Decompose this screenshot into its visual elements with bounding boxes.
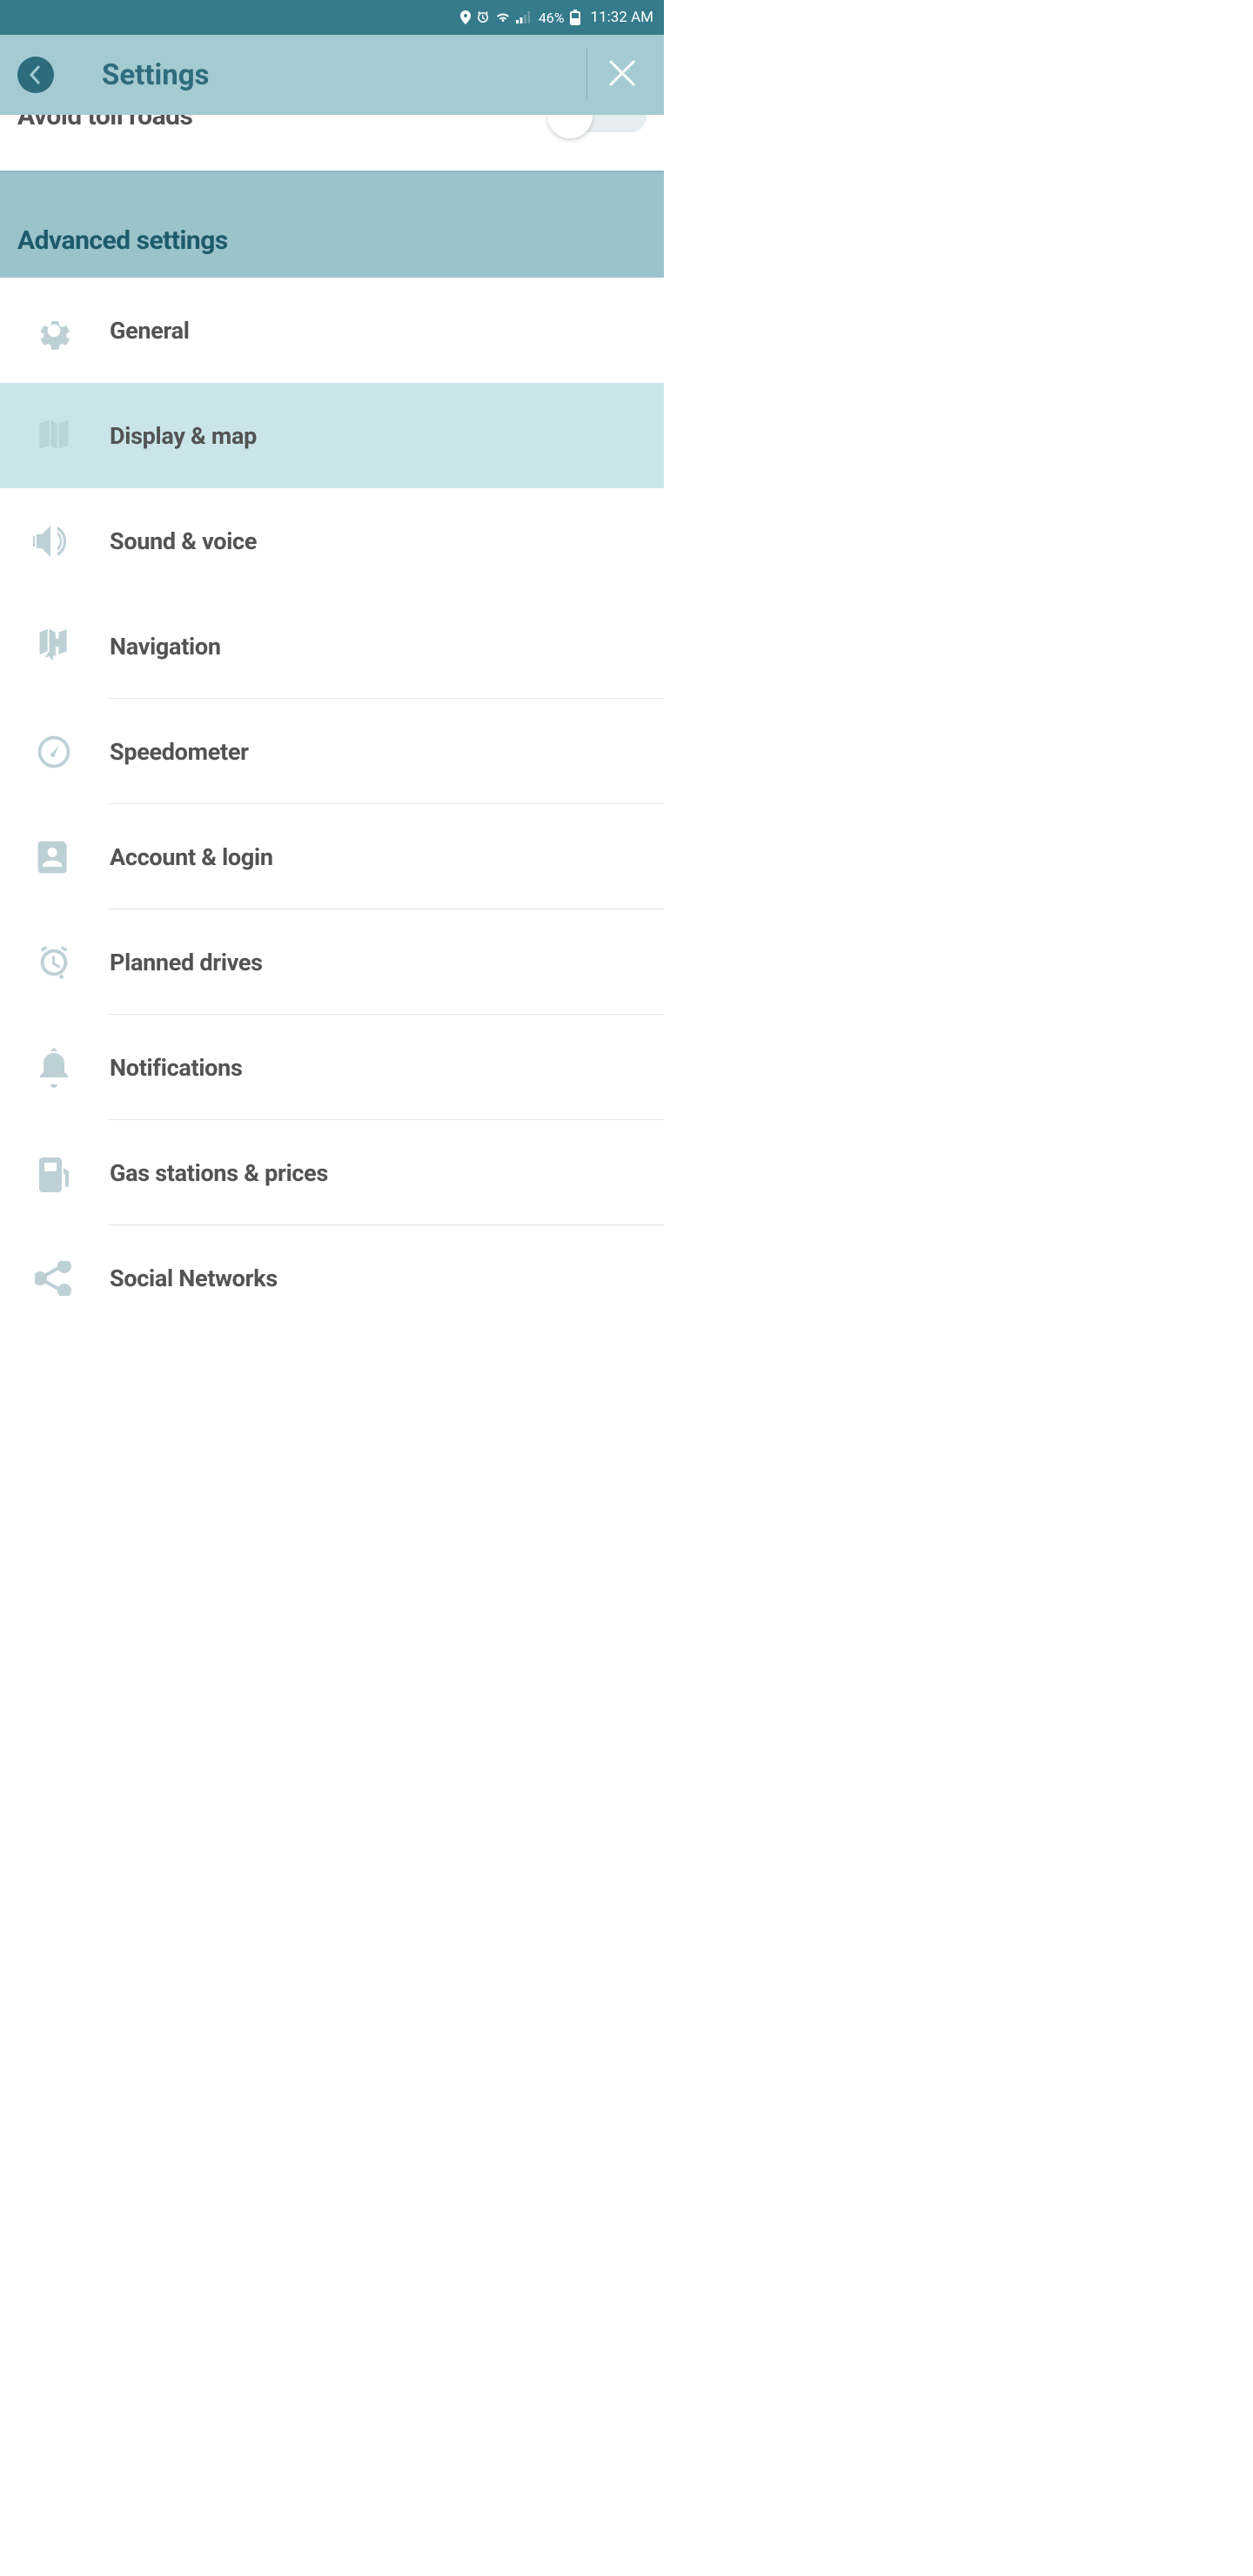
section-header-advanced: Advanced settings [0, 171, 664, 278]
account-icon [33, 836, 75, 878]
nav-icon [33, 626, 75, 667]
signal-icon [516, 11, 530, 23]
item-label: Display & map [110, 422, 257, 450]
status-bar: 46% 11:32 AM [0, 0, 664, 35]
battery-icon [570, 10, 580, 25]
close-button[interactable] [586, 49, 647, 101]
settings-item-social-networks[interactable]: Social Networks [0, 1225, 664, 1331]
wifi-icon [495, 11, 511, 23]
app-bar: Settings [0, 35, 664, 115]
gas-icon [33, 1152, 75, 1194]
item-label: Notifications [110, 1054, 243, 1082]
location-icon [460, 10, 471, 24]
battery-percent: 46% [539, 10, 565, 26]
back-button[interactable] [17, 57, 54, 93]
gear-icon [33, 310, 75, 352]
clock-icon [33, 942, 75, 983]
sound-icon [33, 520, 75, 562]
close-icon [606, 57, 638, 89]
status-icons: 46% 11:32 AM [460, 9, 653, 26]
settings-item-sound-voice[interactable]: Sound & voice [0, 488, 664, 594]
bell-icon [33, 1047, 75, 1089]
settings-item-planned-drives[interactable]: Planned drives [0, 909, 664, 1015]
item-label: Account & login [110, 843, 273, 871]
item-label: Navigation [110, 633, 221, 661]
page-title: Settings [102, 58, 210, 92]
item-label: Planned drives [110, 949, 263, 976]
status-time: 11:32 AM [591, 9, 653, 26]
settings-item-general[interactable]: General [0, 278, 664, 383]
item-label: General [110, 317, 190, 345]
toggle-knob [547, 115, 593, 138]
share-icon [33, 1258, 75, 1299]
chevron-left-icon [30, 65, 42, 84]
settings-list: General Display & map Sound & voice Navigat… [0, 278, 664, 1331]
item-label: Social Networks [110, 1265, 278, 1292]
settings-item-gas-stations[interactable]: Gas stations & prices [0, 1120, 664, 1225]
settings-item-navigation[interactable]: Navigation [0, 594, 664, 699]
section-header-text: Advanced settings [17, 225, 228, 256]
settings-item-avoid-toll[interactable]: Avoid toll roads [0, 115, 664, 171]
settings-item-speedometer[interactable]: Speedometer [0, 699, 664, 804]
settings-item-display-map[interactable]: Display & map [0, 383, 664, 488]
speedo-icon [33, 731, 75, 773]
settings-item-account-login[interactable]: Account & login [0, 804, 664, 909]
partial-row-label: Avoid toll roads [17, 115, 192, 131]
toggle-avoid-toll[interactable] [551, 115, 647, 132]
scroll-content: Avoid toll roads Advanced settings Gener… [0, 115, 664, 1366]
alarm-icon [476, 10, 490, 24]
item-label: Sound & voice [110, 527, 257, 555]
settings-item-notifications[interactable]: Notifications [0, 1015, 664, 1120]
map-icon [33, 415, 75, 457]
item-label: Speedometer [110, 738, 249, 766]
item-label: Gas stations & prices [110, 1159, 328, 1187]
